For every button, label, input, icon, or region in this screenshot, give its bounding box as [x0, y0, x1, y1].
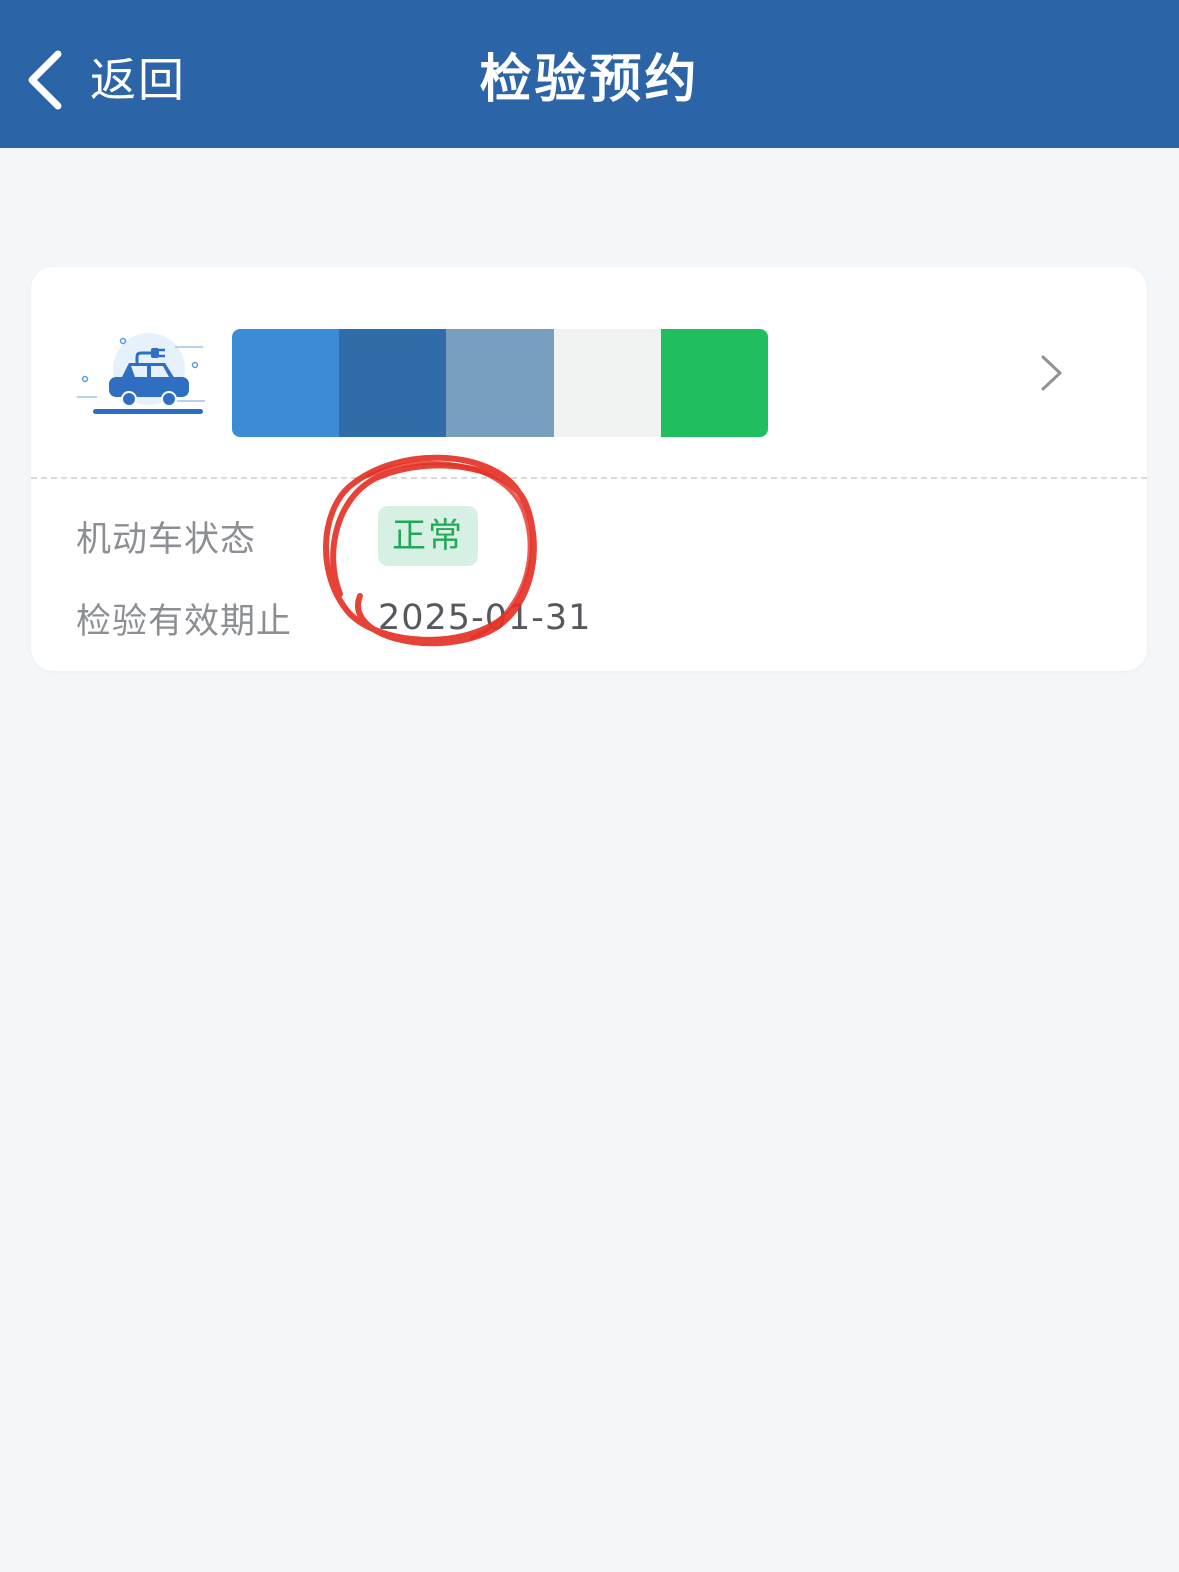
vehicle-card-header[interactable] [31, 267, 1147, 477]
plate-swatch [553, 329, 661, 437]
inspection-expiry-label: 检验有效期止 [76, 601, 293, 642]
vehicle-status-label: 机动车状态 [76, 519, 257, 560]
license-plate-redacted [232, 329, 768, 437]
dashed-divider [31, 477, 1147, 479]
chevron-right-icon [1041, 355, 1062, 391]
inspection-expiry-date: 2025-01-31 [378, 598, 592, 638]
plate-swatch [446, 329, 554, 437]
vehicle-status-row: 机动车状态 正常 [76, 506, 478, 566]
plate-swatch [232, 329, 340, 437]
vehicle-card: 机动车状态 正常 检验有效期止 2025-01-31 [31, 267, 1147, 671]
electric-car-icon [77, 333, 205, 414]
plate-swatch [660, 329, 768, 437]
status-badge: 正常 [378, 506, 478, 566]
nav-bar: 返回 检验预约 [0, 0, 1179, 148]
inspection-expiry-row: 检验有效期止 2025-01-31 [76, 588, 591, 648]
page-title: 检验预约 [479, 50, 700, 110]
plate-swatch [339, 329, 447, 437]
